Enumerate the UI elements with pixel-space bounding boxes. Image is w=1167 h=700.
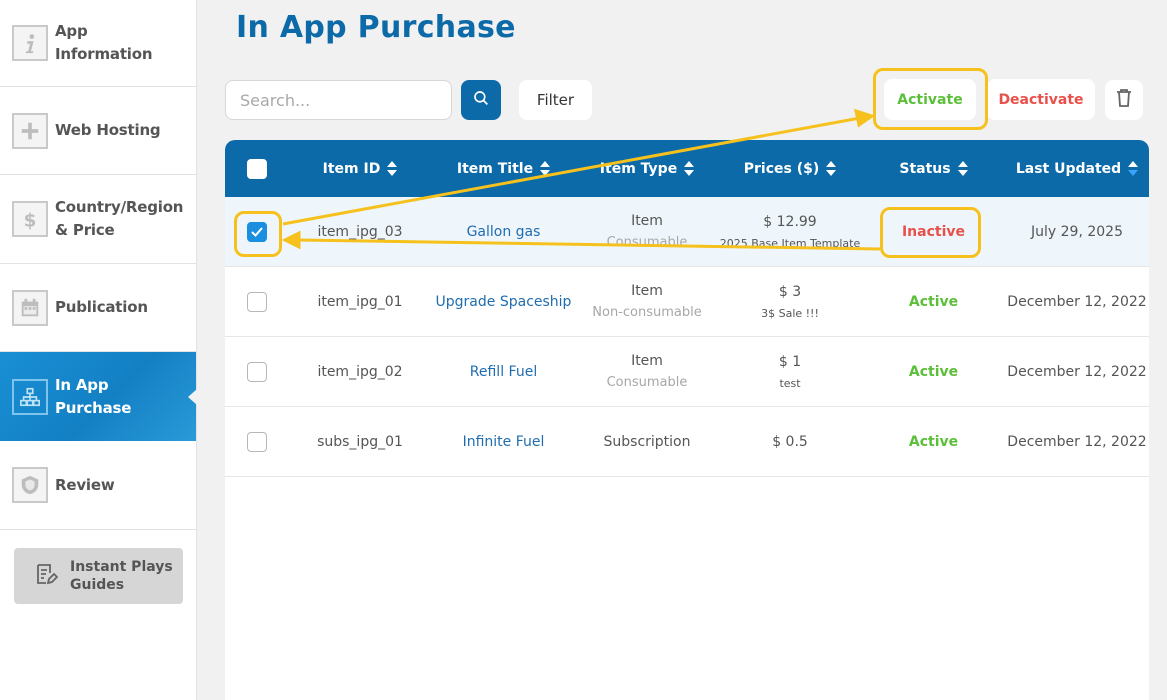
dollar-icon: $ xyxy=(12,201,48,237)
sidebar-item-app-information[interactable]: App Information xyxy=(0,0,196,87)
row-checkbox[interactable] xyxy=(247,431,267,452)
table-header: Item ID Item Title Item Type Prices ($) … xyxy=(225,140,1149,197)
arrow-head-icon xyxy=(853,108,876,128)
item-title-link[interactable]: Infinite Fuel xyxy=(463,434,545,450)
item-id: subs_ipg_01 xyxy=(317,433,403,450)
item-type: Subscription xyxy=(603,433,691,450)
last-updated: December 12, 2022 xyxy=(1007,363,1147,380)
item-type: Item xyxy=(631,283,663,299)
header-item-id: Item ID xyxy=(322,160,381,177)
status-badge: Active xyxy=(908,433,959,450)
header-status: Status xyxy=(899,160,951,177)
item-type: Item xyxy=(631,353,663,369)
row-checkbox[interactable] xyxy=(247,361,267,382)
header-last-updated: Last Updated xyxy=(1015,160,1122,177)
table-row: item_ipg_01 Upgrade Spaceship Item Non-c… xyxy=(225,267,1149,337)
select-all-checkbox[interactable] xyxy=(247,158,267,179)
guide-label: Instant Plays Guides xyxy=(70,559,173,593)
search-input[interactable] xyxy=(225,80,452,120)
item-title-link[interactable]: Refill Fuel xyxy=(470,364,537,380)
sort-icon xyxy=(540,161,551,176)
row-checkbox[interactable] xyxy=(247,291,267,312)
sort-status[interactable]: Status xyxy=(862,161,1005,177)
sort-prices[interactable]: Prices ($) xyxy=(718,161,862,177)
item-type-sub: Non-consumable xyxy=(592,305,702,320)
item-price-sub: 3$ Sale !!! xyxy=(761,306,819,320)
sidebar-item-label: In App Purchase xyxy=(55,375,132,417)
search-button[interactable] xyxy=(461,80,501,120)
sidebar-item-label: Publication xyxy=(55,298,148,316)
header-item-type: Item Type xyxy=(599,160,678,177)
item-type-sub: Consumable xyxy=(606,235,688,250)
sidebar-item-label: Web Hosting xyxy=(55,121,161,139)
hierarchy-icon xyxy=(12,378,48,415)
row-checkbox[interactable] xyxy=(247,221,267,242)
checkmark-icon xyxy=(251,226,263,237)
app-root: App Information Web Hosting $ Country/Re… xyxy=(0,0,1167,700)
plus-icon xyxy=(12,112,48,149)
sidebar-item-country-region-price[interactable]: $ Country/Region & Price xyxy=(0,175,196,264)
header-item-title: Item Title xyxy=(456,160,534,177)
header-prices: Prices ($) xyxy=(743,160,820,177)
item-id: item_ipg_03 xyxy=(317,223,403,240)
item-price: $ 1 xyxy=(778,353,802,370)
page-title: In App Purchase xyxy=(236,10,516,45)
item-price: $ 12.99 xyxy=(763,213,817,230)
activate-button[interactable]: Activate xyxy=(884,79,976,120)
item-type: Item xyxy=(631,213,663,229)
shield-icon xyxy=(12,467,48,503)
sidebar-item-in-app-purchase[interactable]: In App Purchase xyxy=(0,352,197,441)
sidebar-item-publication[interactable]: Publication xyxy=(0,264,196,352)
item-price-sub: 2025 Base Item Template xyxy=(719,236,861,250)
sort-item-title[interactable]: Item Title xyxy=(431,161,576,177)
status-badge: Active xyxy=(908,293,959,310)
sort-icon xyxy=(684,161,695,176)
table-row: subs_ipg_01 Infinite Fuel Subscription $… xyxy=(225,407,1149,477)
table-row: item_ipg_03 Gallon gas Item Consumable $… xyxy=(225,197,1149,267)
last-updated: July 29, 2025 xyxy=(1031,223,1123,240)
item-id: item_ipg_02 xyxy=(317,363,403,380)
status-badge: Active xyxy=(908,363,959,380)
edit-document-icon xyxy=(34,562,59,590)
item-title-link[interactable]: Upgrade Spaceship xyxy=(436,294,572,310)
sidebar-item-label: Review xyxy=(55,475,115,494)
trash-icon xyxy=(1116,89,1132,111)
sort-icon xyxy=(957,161,968,176)
item-price: $ 3 xyxy=(778,283,802,300)
sort-item-type[interactable]: Item Type xyxy=(576,161,718,177)
sort-icon xyxy=(387,161,398,176)
last-updated: December 12, 2022 xyxy=(1007,293,1147,310)
sidebar-item-web-hosting[interactable]: Web Hosting xyxy=(0,87,196,175)
sort-item-id[interactable]: Item ID xyxy=(289,161,431,177)
sort-icon xyxy=(826,161,837,176)
item-id: item_ipg_01 xyxy=(317,293,403,310)
info-icon xyxy=(12,25,48,61)
delete-button[interactable] xyxy=(1105,80,1143,120)
sidebar: App Information Web Hosting $ Country/Re… xyxy=(0,0,197,700)
item-price: $ 0.5 xyxy=(772,433,808,450)
item-price-sub: test xyxy=(779,376,801,390)
sidebar-item-review[interactable]: Review xyxy=(0,441,196,530)
last-updated: December 12, 2022 xyxy=(1007,433,1147,450)
svg-text:$: $ xyxy=(24,210,37,230)
calendar-icon xyxy=(12,289,48,326)
search-icon xyxy=(472,89,490,111)
sidebar-item-label: Country/Region & Price xyxy=(55,198,184,239)
iap-table: Item ID Item Title Item Type Prices ($) … xyxy=(225,140,1149,700)
sort-icon xyxy=(1128,161,1139,176)
filter-button[interactable]: Filter xyxy=(519,80,592,120)
table-row: item_ipg_02 Refill Fuel Item Consumable … xyxy=(225,337,1149,407)
status-badge: Inactive xyxy=(901,223,966,240)
deactivate-button[interactable]: Deactivate xyxy=(987,79,1095,120)
sort-last-updated[interactable]: Last Updated xyxy=(1005,161,1149,177)
sidebar-item-label: App Information xyxy=(55,22,153,63)
instant-plays-guides-button[interactable]: Instant Plays Guides xyxy=(14,548,183,604)
item-title-link[interactable]: Gallon gas xyxy=(467,224,541,240)
item-type-sub: Consumable xyxy=(606,375,688,390)
